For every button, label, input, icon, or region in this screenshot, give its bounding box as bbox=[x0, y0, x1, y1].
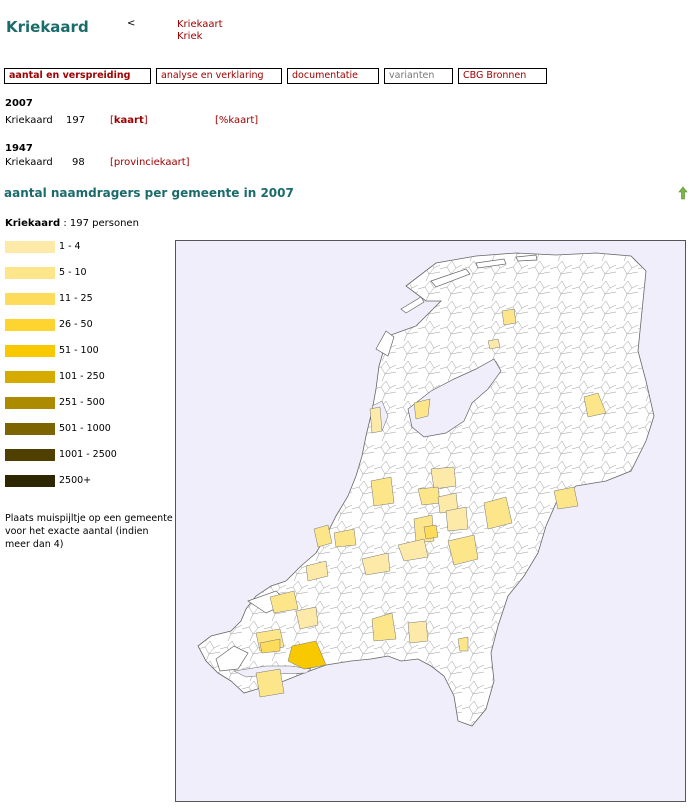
section-title: aantal naamdragers per gemeente in 2007 bbox=[4, 186, 294, 200]
legend-label: 251 - 500 bbox=[59, 397, 105, 408]
municipality-region bbox=[501, 308, 517, 326]
municipality-region bbox=[369, 406, 383, 434]
legend-swatch bbox=[5, 319, 55, 331]
tab-analyse-en-verklaring[interactable]: analyse en verklaring bbox=[156, 68, 282, 84]
surname-2007: Kriekaard bbox=[5, 115, 53, 126]
back-link[interactable]: < bbox=[127, 18, 135, 29]
count-2007: 197 bbox=[66, 115, 86, 126]
tab-varianten: varianten bbox=[384, 68, 453, 84]
year-2007: 2007 bbox=[5, 98, 33, 109]
municipality-region bbox=[370, 476, 395, 507]
legend-swatch bbox=[5, 475, 55, 487]
legend-swatch bbox=[5, 423, 55, 435]
surname-1947: Kriekaard bbox=[5, 157, 53, 168]
municipality-region bbox=[487, 338, 501, 350]
pct-map-link[interactable]: [%kaart] bbox=[215, 115, 258, 126]
province-map-link[interactable]: [provinciekaart] bbox=[110, 157, 190, 168]
netherlands-map[interactable] bbox=[176, 241, 685, 801]
legend-swatch bbox=[5, 293, 55, 305]
legend-swatch bbox=[5, 267, 55, 279]
legend-label: 501 - 1000 bbox=[59, 423, 111, 434]
summary-line: Kriekaard : 197 personen bbox=[5, 218, 139, 229]
legend-label: 11 - 25 bbox=[59, 293, 93, 304]
legend-swatch bbox=[5, 241, 55, 253]
legend-label: 26 - 50 bbox=[59, 319, 93, 330]
municipality-region bbox=[430, 466, 457, 490]
municipality-region bbox=[407, 620, 429, 644]
legend-swatch bbox=[5, 371, 55, 383]
municipality-region bbox=[423, 524, 439, 540]
tab-aantal-en-verspreiding[interactable]: aantal en verspreiding bbox=[4, 68, 151, 84]
arrow-up-icon[interactable] bbox=[678, 186, 688, 200]
summary-text: : 197 personen bbox=[60, 218, 139, 229]
municipality-region bbox=[457, 636, 469, 652]
legend-swatch bbox=[5, 397, 55, 409]
summary-name: Kriekaard bbox=[5, 218, 61, 229]
legend-label: 2500+ bbox=[59, 475, 92, 486]
legend-swatch bbox=[5, 345, 55, 357]
page-title: Kriekaard bbox=[6, 18, 89, 36]
municipality-region bbox=[417, 486, 441, 506]
count-1947: 98 bbox=[72, 157, 85, 168]
year-1947: 1947 bbox=[5, 143, 33, 154]
tab-cbg-bronnen[interactable]: CBG Bronnen bbox=[458, 68, 547, 84]
legend-label: 51 - 100 bbox=[59, 345, 99, 356]
map-frame[interactable] bbox=[175, 240, 686, 802]
municipality-region bbox=[553, 486, 579, 510]
municipality-region bbox=[445, 506, 469, 532]
tab-documentatie[interactable]: documentatie bbox=[287, 68, 379, 84]
variant-link[interactable]: Kriek bbox=[177, 31, 223, 43]
map-link-label[interactable]: kaart bbox=[114, 115, 144, 126]
municipality-region bbox=[313, 524, 333, 548]
island-vlieland bbox=[400, 296, 425, 314]
legend-label: 1 - 4 bbox=[59, 241, 81, 252]
variant-link[interactable]: Kriekaart bbox=[177, 19, 223, 31]
variant-list: Kriekaart Kriek bbox=[177, 19, 223, 43]
legend-label: 5 - 10 bbox=[59, 267, 87, 278]
legend-label: 1001 - 2500 bbox=[59, 449, 117, 460]
municipality-region bbox=[255, 668, 285, 698]
map-link-2007[interactable]: [kaart] bbox=[110, 115, 148, 126]
legend-swatch bbox=[5, 449, 55, 461]
municipality-region bbox=[295, 606, 319, 630]
legend-label: 101 - 250 bbox=[59, 371, 105, 382]
hint-text: Plaats muispijltje op een gemeente voor … bbox=[5, 513, 173, 550]
